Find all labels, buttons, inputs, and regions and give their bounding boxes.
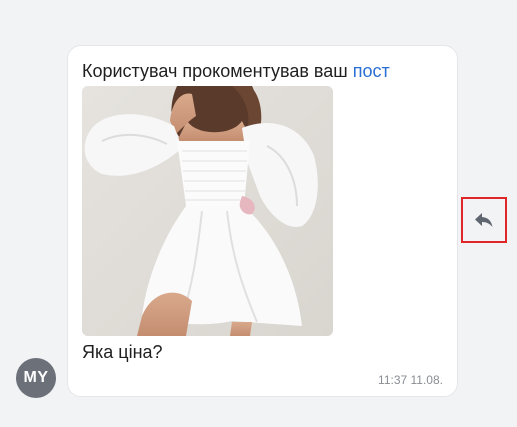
post-link[interactable]: пост [353,61,390,81]
avatar[interactable]: MY [16,358,56,398]
comment-text: Яка ціна? [82,342,163,362]
dress-photo-illustration [82,86,333,336]
message-headline: Користувач прокоментував ваш пост [82,61,390,82]
headline-text: Користувач прокоментував ваш [82,61,348,81]
reply-button[interactable] [461,197,507,243]
message-bubble: Користувач прокоментував ваш пост Яка ці… [67,45,458,397]
post-image[interactable] [82,86,333,336]
avatar-initials: MY [23,369,49,386]
message-timestamp: 11:37 11.08. [378,373,443,387]
reply-arrow-icon [475,213,493,227]
